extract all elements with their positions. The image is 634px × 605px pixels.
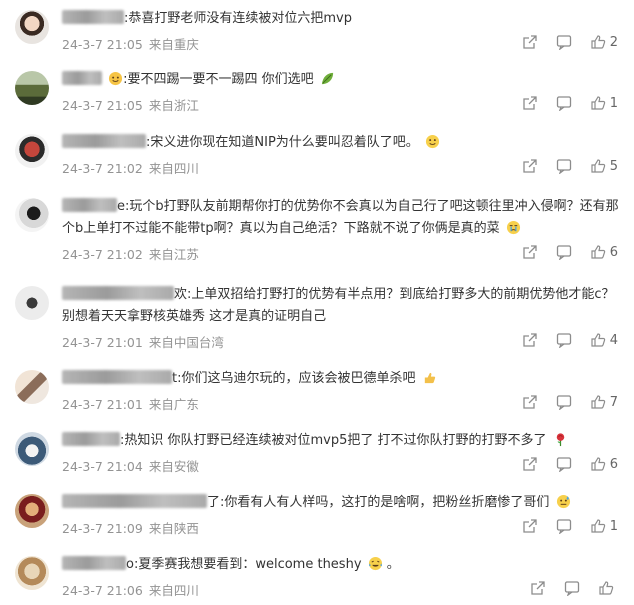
avatar[interactable] xyxy=(15,370,49,404)
comment-text: t:你们这乌迪尔玩的，应该会被巴德单杀吧 xyxy=(172,371,416,386)
avatar[interactable] xyxy=(15,432,49,466)
comment-location: 来自江苏 xyxy=(148,247,199,262)
comment-text: :恭喜打野老师没有连续被对位六把mvp xyxy=(124,11,352,26)
username-blurred[interactable] xyxy=(62,134,146,148)
avatar[interactable] xyxy=(15,71,49,105)
comment-text: :热知识 你队打野已经连续被对位mvp5把了 打不过你队打野的打野不多了 xyxy=(120,433,547,448)
like-icon[interactable] xyxy=(598,580,614,596)
comment-item: e:玩个b打野队友前期帮你打的优势你不会真以为自己行了吧这顿往里冲入侵啊？还有那… xyxy=(0,194,634,274)
comment-date: 24-3-7 21:09 xyxy=(62,521,143,536)
comment-location: 来自重庆 xyxy=(148,37,199,52)
comment-date: 24-3-7 21:06 xyxy=(62,583,143,598)
comment-date: 24-3-7 21:05 xyxy=(62,37,143,52)
share-icon[interactable] xyxy=(522,332,538,348)
comment-location: 来自安徽 xyxy=(148,459,199,474)
like-count: 6 xyxy=(609,244,618,260)
comment-icon[interactable] xyxy=(564,580,580,596)
laugh-cry-emoji-icon xyxy=(368,556,382,571)
username-blurred[interactable] xyxy=(62,286,174,300)
avatar[interactable] xyxy=(15,134,49,168)
username-blurred[interactable] xyxy=(62,494,207,508)
avatar[interactable] xyxy=(15,198,49,232)
username-blurred[interactable] xyxy=(62,432,120,446)
comment-item: :热知识 你队打野已经连续被对位mvp5把了 打不过你队打野的打野不多了 24-… xyxy=(0,428,634,488)
comment-icon[interactable] xyxy=(556,158,572,174)
comment-date: 24-3-7 21:05 xyxy=(62,98,143,113)
comment-item: :恭喜打野老师没有连续被对位六把mvp 24-3-7 21:05 来自重庆 2 xyxy=(0,6,634,66)
like-count: 2 xyxy=(609,34,618,50)
comment-location: 来自中国台湾 xyxy=(148,335,224,350)
comment-location: 来自四川 xyxy=(148,161,199,176)
comment-location: 来自陕西 xyxy=(148,521,199,536)
comment-text: :要不四踢一要不一踢四 你们选吧 xyxy=(123,72,314,87)
comment-text: :宋义进你现在知道NIP为什么要叫忍着队了吧。 xyxy=(146,135,419,150)
share-icon[interactable] xyxy=(522,34,538,50)
comment-date: 24-3-7 21:02 xyxy=(62,161,143,176)
like-icon[interactable] xyxy=(590,95,606,111)
username-blurred[interactable] xyxy=(62,370,172,384)
comment-icon[interactable] xyxy=(556,95,572,111)
like-icon[interactable] xyxy=(590,456,606,472)
username-blurred[interactable] xyxy=(62,10,124,24)
like-count: 5 xyxy=(609,158,618,174)
avatar[interactable] xyxy=(15,556,49,590)
share-icon[interactable] xyxy=(530,580,546,596)
smile-emoji-icon xyxy=(425,134,439,149)
comment-text: o:夏季赛我想要看到：welcome theshy xyxy=(126,557,362,572)
like-count: 1 xyxy=(609,518,618,534)
comment-icon[interactable] xyxy=(556,332,572,348)
comment-icon[interactable] xyxy=(556,456,572,472)
like-icon[interactable] xyxy=(590,158,606,174)
comment-date: 24-3-7 21:02 xyxy=(62,247,143,262)
comment-item: :要不四踢一要不一踢四 你们选吧 24-3-7 21:05 来自浙江 1 xyxy=(0,67,634,127)
comment-location: 来自浙江 xyxy=(148,98,199,113)
comment-item: :宋义进你现在知道NIP为什么要叫忍着队了吧。 24-3-7 21:02 来自四川… xyxy=(0,130,634,190)
like-count: 6 xyxy=(609,456,618,472)
username-blurred[interactable] xyxy=(62,71,102,85)
username-blurred[interactable] xyxy=(62,556,126,570)
share-icon[interactable] xyxy=(522,394,538,410)
share-icon[interactable] xyxy=(522,244,538,260)
comment-item: t:你们这乌迪尔玩的，应该会被巴德单杀吧 24-3-7 21:01 来自广东 7 xyxy=(0,366,634,426)
comment-icon[interactable] xyxy=(556,518,572,534)
comment-icon[interactable] xyxy=(556,34,572,50)
badge-icon xyxy=(109,71,123,86)
cry-emoji-icon xyxy=(506,220,520,235)
like-icon[interactable] xyxy=(590,244,606,260)
comment-date: 24-3-7 21:04 xyxy=(62,459,143,474)
share-icon[interactable] xyxy=(522,158,538,174)
like-icon[interactable] xyxy=(590,34,606,50)
rose-emoji-icon xyxy=(556,433,564,447)
like-count: 1 xyxy=(609,95,618,111)
comment-date: 24-3-7 21:01 xyxy=(62,397,143,412)
share-icon[interactable] xyxy=(522,95,538,111)
avatar[interactable] xyxy=(15,286,49,320)
username-blurred[interactable] xyxy=(62,198,117,212)
like-icon[interactable] xyxy=(590,332,606,348)
sweat-emoji-icon xyxy=(556,494,570,509)
comment-item: 了:你看有人有人样吗，这打的是啥啊，把粉丝折磨惨了哥们 24-3-7 21:09… xyxy=(0,490,634,550)
like-icon[interactable] xyxy=(590,394,606,410)
comment-location: 来自广东 xyxy=(148,397,199,412)
comment-location: 来自四川 xyxy=(148,583,199,598)
like-icon[interactable] xyxy=(590,518,606,534)
comment-icon[interactable] xyxy=(556,244,572,260)
avatar[interactable] xyxy=(15,494,49,528)
leaf-emoji-icon xyxy=(321,72,333,85)
comment-date: 24-3-7 21:01 xyxy=(62,335,143,350)
share-icon[interactable] xyxy=(522,518,538,534)
comment-text: 了:你看有人有人样吗，这打的是啥啊，把粉丝折磨惨了哥们 xyxy=(207,495,550,510)
like-count: 4 xyxy=(609,332,618,348)
comment-icon[interactable] xyxy=(556,394,572,410)
avatar[interactable] xyxy=(15,10,49,44)
comment-item: o:夏季赛我想要看到：welcome theshy 。 24-3-7 21:06… xyxy=(0,552,634,605)
thumbs-up-emoji-icon xyxy=(424,372,435,384)
comment-item: 欢:上单双招给打野打的优势有半点用？到底给打野多大的前期优势他才能c？别想着天天… xyxy=(0,282,634,362)
like-count: 7 xyxy=(609,394,618,410)
share-icon[interactable] xyxy=(522,456,538,472)
comment-text: e:玩个b打野队友前期帮你打的优势你不会真以为自己行了吧这顿往里冲入侵啊？还有那… xyxy=(62,199,619,236)
